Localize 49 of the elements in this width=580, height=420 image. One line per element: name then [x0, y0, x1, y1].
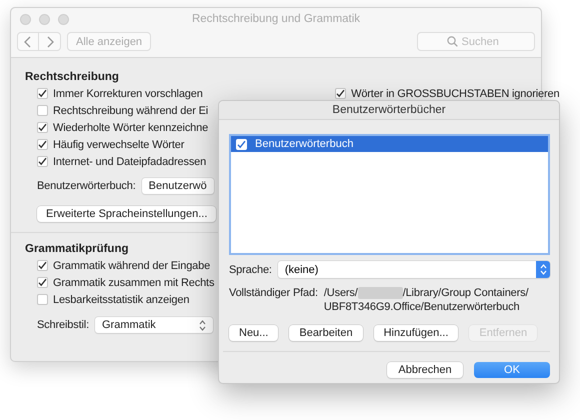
advanced-settings-button[interactable]: Erweiterte Spracheinstellungen...: [37, 206, 216, 222]
back-button[interactable]: [17, 32, 39, 51]
style-label: Schreibstil:: [37, 319, 89, 331]
section-heading: Grammatikprüfung: [25, 243, 130, 255]
cancel-button[interactable]: Abbrechen: [387, 362, 463, 378]
dialog-title: Benutzerwörterbücher: [332, 104, 446, 116]
action-button[interactable]: Hinzufügen...: [374, 325, 458, 341]
checkbox[interactable]: [37, 139, 48, 150]
dictionary-list[interactable]: Benutzerwörterbuch: [229, 134, 550, 255]
window-title: Rechtschreibung und Grammatik: [191, 13, 361, 25]
checkbox[interactable]: [37, 122, 48, 133]
checkbox[interactable]: [37, 277, 48, 288]
dictionary-label: Benutzerwörterbuch:: [37, 180, 136, 192]
chevron-left-icon: [24, 36, 32, 48]
option-label: Wiederholte Wörter kennzeichne: [53, 122, 208, 134]
style-dropdown[interactable]: Grammatik: [95, 317, 213, 333]
forward-button[interactable]: [39, 32, 61, 51]
option-label: Lesbarkeitsstatistik anzeigen: [53, 294, 190, 306]
search-field[interactable]: Suchen: [417, 32, 535, 51]
action-button[interactable]: Neu...: [229, 325, 278, 341]
option-label: Rechtschreibung während der Ei: [53, 104, 208, 116]
checkbox[interactable]: [37, 156, 48, 167]
option-label: Grammatik während der Eingabe: [53, 260, 210, 272]
checkbox[interactable]: [236, 138, 247, 150]
option-label: Grammatik zusammen mit Rechts: [53, 276, 214, 288]
path-text: UBF8T346G9.Office/Benutzerwörterbuch: [324, 300, 520, 314]
chevron-right-icon: [46, 36, 54, 48]
option-label: Internet- und Dateipfadadressen: [53, 156, 206, 168]
checkbox[interactable]: [37, 88, 48, 99]
path-label: Vollständiger Pfad:: [229, 286, 318, 301]
action-button[interactable]: Bearbeiten: [289, 325, 363, 341]
option-label: Wörter in GROSSBUCHSTABEN ignorieren: [351, 88, 560, 100]
stepper-icon: [199, 320, 206, 330]
language-label: Sprache:: [229, 264, 272, 276]
section-heading: Rechtschreibung: [25, 71, 120, 83]
option-label: Immer Korrekturen vorschlagen: [53, 88, 203, 100]
stepper-icon: [536, 261, 550, 278]
search-icon: [446, 36, 458, 47]
checkbox[interactable]: [335, 88, 346, 99]
dictionary-dropdown[interactable]: Benutzerwö: [142, 178, 214, 194]
search-input[interactable]: Suchen: [462, 36, 506, 48]
checkbox[interactable]: [37, 260, 48, 271]
language-dropdown[interactable]: (keine): [278, 261, 550, 278]
path-text: /Library/Group Containers/: [402, 286, 528, 300]
dictionary-row[interactable]: Benutzerwörterbuch: [231, 136, 548, 152]
dictionary-name: Benutzerwörterbuch: [255, 138, 354, 150]
option-label: Häufig verwechselte Wörter: [53, 138, 184, 150]
redaction-block: [358, 287, 403, 299]
path-text: /Users/: [324, 286, 358, 300]
